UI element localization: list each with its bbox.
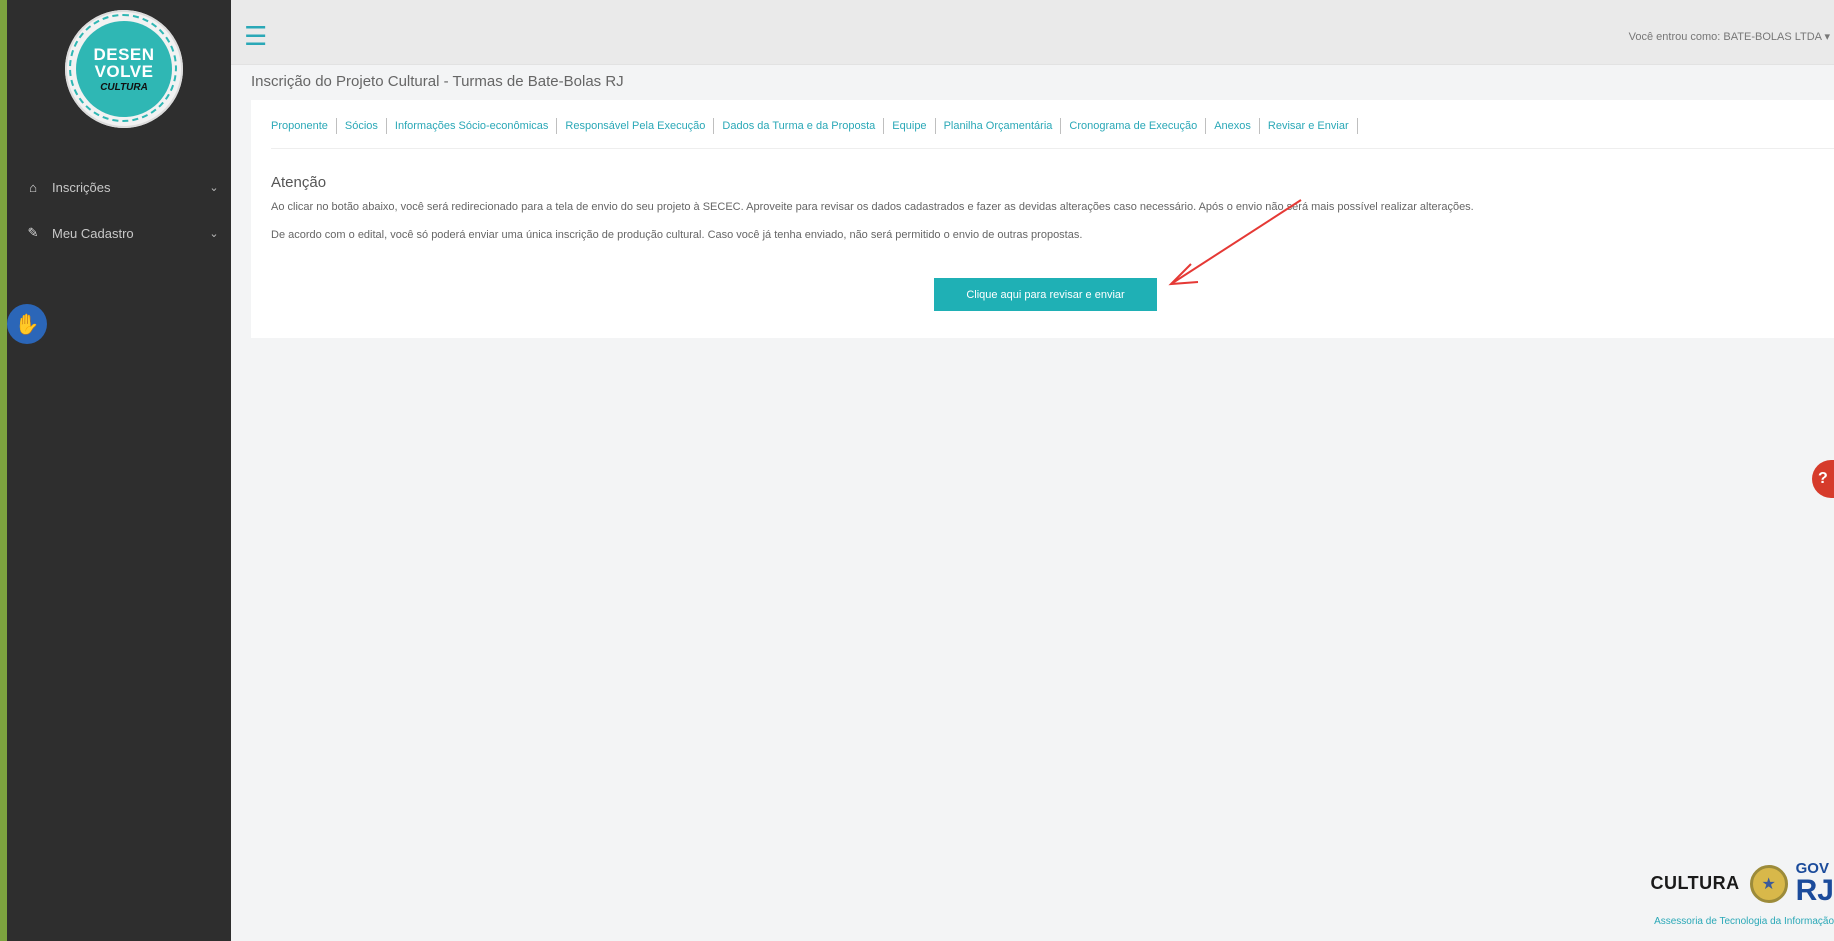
home-icon: ⌂ (29, 179, 37, 195)
attention-title: Atenção (271, 174, 327, 191)
help-widget-icon[interactable]: ? (1812, 460, 1834, 498)
tab-dados-turma-proposta[interactable]: Dados da Turma e da Proposta (714, 118, 885, 134)
sidebar-item-inscricoes[interactable]: ⌂ Inscrições ⌄ (14, 172, 224, 202)
page-title: Inscrição do Projeto Cultural - Turmas d… (251, 73, 624, 90)
tab-anexos[interactable]: Anexos (1206, 118, 1260, 134)
edit-icon: ✎ (27, 225, 39, 240)
cultura-logo-text: CULTURA (1650, 873, 1740, 893)
footer-logos: CULTURA ★ GOV RJ (1650, 861, 1834, 906)
main-content: ☰ Você entrou como: BATE-BOLAS LTDA ▾ In… (231, 0, 1834, 941)
tab-informacoes-socio-economicas[interactable]: Informações Sócio-econômicas (387, 118, 558, 134)
attention-paragraph-2: De acordo com o edital, você só poderá e… (271, 229, 1083, 241)
tab-responsavel-execucao[interactable]: Responsável Pela Execução (557, 118, 715, 134)
state-seal-icon: ★ (1749, 864, 1788, 903)
tab-socios[interactable]: Sócios (337, 118, 387, 134)
logo-line-1: DESEN (93, 44, 155, 64)
step-tabs: Proponente Sócios Informações Sócio-econ… (271, 116, 1358, 136)
sidebar-item-label: Meu Cadastro (52, 225, 134, 241)
logo-line-3: CULTURA (100, 81, 148, 93)
chevron-down-icon: ⌄ (209, 181, 219, 194)
logo-inner: DESEN VOLVE CULTURA (76, 21, 172, 117)
tab-proponente[interactable]: Proponente (271, 118, 337, 134)
chevron-down-icon: ⌄ (209, 227, 219, 240)
content-card: Proponente Sócios Informações Sócio-econ… (251, 100, 1834, 338)
tab-planilha-orcamentaria[interactable]: Planilha Orçamentária (936, 118, 1062, 134)
accessibility-hand-icon[interactable]: ✋ (7, 304, 47, 344)
attention-paragraph-1: Ao clicar no botão abaixo, você será red… (271, 201, 1474, 213)
tab-equipe[interactable]: Equipe (884, 118, 936, 134)
rj-text: RJ (1795, 874, 1834, 907)
sidebar-item-meu-cadastro[interactable]: ✎ Meu Cadastro ⌄ (14, 218, 224, 248)
gov-rj-logo: GOV RJ (1796, 861, 1834, 906)
tab-revisar-enviar[interactable]: Revisar e Enviar (1260, 118, 1358, 134)
tab-cronograma-execucao[interactable]: Cronograma de Execução (1061, 118, 1207, 134)
sidebar: DESEN VOLVE CULTURA ⌂ Inscrições ⌄ ✎ Meu… (7, 0, 231, 941)
desenvolve-cultura-logo[interactable]: DESEN VOLVE CULTURA (65, 10, 183, 128)
logo-line-2: VOLVE (94, 61, 154, 81)
sidebar-item-label: Inscrições (52, 179, 111, 195)
user-info-dropdown[interactable]: Você entrou como: BATE-BOLAS LTDA ▾ (1629, 30, 1830, 43)
hamburger-menu-icon[interactable]: ☰ (244, 23, 267, 49)
tabs-divider (271, 148, 1834, 149)
review-and-send-button[interactable]: Clique aqui para revisar e enviar (934, 278, 1157, 311)
footer-caption: Assessoria de Tecnologia da Informação (1654, 916, 1834, 927)
top-bar: ☰ Você entrou como: BATE-BOLAS LTDA ▾ (231, 0, 1834, 65)
